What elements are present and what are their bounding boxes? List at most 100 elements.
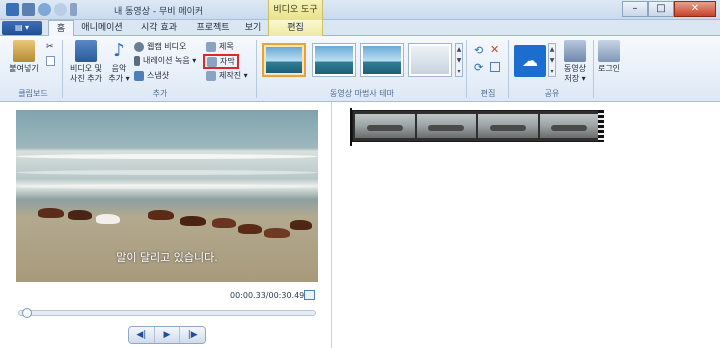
add-music-button[interactable]: ♪ 음악 추가 ▾ [106,40,132,84]
tab-edit[interactable]: 편집 [268,20,323,36]
wave [16,170,318,175]
credits-label: 제작진 ▾ [219,71,248,80]
group-label-add: 추가 [152,89,168,98]
snapshot-button[interactable]: 스냅샷 [134,70,169,81]
music-note-icon: ♪ [113,40,125,61]
play-button[interactable]: ▶ [154,327,181,343]
title-label: 제목 [219,42,234,51]
customize-quick-access-icon[interactable] [70,3,77,16]
fullscreen-icon[interactable] [304,290,315,300]
group-separator [593,40,594,98]
snapshot-icon [134,70,144,81]
video-preview[interactable]: 말이 달리고 있습니다. [16,110,318,282]
copy-icon[interactable] [46,56,55,66]
webcam-video-label: 웹캠 비디오 [147,42,187,51]
tab-animations[interactable]: 애니메이션 [78,20,126,36]
clip-frame [355,114,415,138]
group-label-share: 공유 [544,89,560,98]
horse [212,218,236,228]
ribbon: 붙여넣기 ✂ 클립보드 비디오 및 사진 추가 ♪ 음악 추가 ▾ 웹캠 비디오… [0,36,720,102]
sign-in-label: 로그인 [597,64,621,73]
tab-project[interactable]: 프로젝트 [190,20,236,36]
seek-thumb[interactable] [22,308,32,318]
snapshot-label: 스냅샷 [147,71,170,80]
video-caption: 말이 달리고 있습니다. [116,251,218,264]
clip-frame [539,114,599,138]
title-button[interactable]: 제목 [206,41,234,52]
tab-visual-effects[interactable]: 시각 효과 [134,20,184,36]
add-videos-photos-label: 비디오 및 사진 추가 [70,64,102,83]
rotate-right-icon[interactable]: ⟳ [474,61,483,74]
webcam-icon [134,41,144,52]
undo-icon[interactable] [38,3,51,16]
share-gallery-scroll[interactable]: ▲ ▼ ▾ [548,43,556,77]
caption-label: 자막 [220,57,235,66]
user-icon [598,40,620,62]
record-narration-button[interactable]: 내레이션 녹음 ▾ [134,55,196,66]
group-separator [256,40,257,98]
cut-icon[interactable]: ✂ [46,42,54,52]
horse [148,210,174,220]
title-bar: 내 동영상 - 무비 메이커 비디오 도구 – □ ✕ [0,0,720,20]
paste-label: 붙여넣기 [9,64,39,73]
theme-thumbnail[interactable] [408,43,452,77]
save-movie-button[interactable]: 동영상 저장 ▾ [560,40,590,84]
remove-icon[interactable]: ✕ [490,43,499,56]
previous-frame-button[interactable]: ◀| [129,327,155,343]
window-title: 내 동영상 - 무비 메이커 [114,7,204,17]
horse [180,216,206,226]
next-frame-button[interactable]: |▶ [180,327,205,343]
group-separator [508,40,509,98]
group-label-clipboard: 클립보드 [18,89,48,98]
video-clip[interactable] [352,110,602,142]
clipboard-icon [13,40,35,62]
film-photo-icon [75,40,97,62]
add-music-label: 음악 추가 ▾ [108,64,130,83]
caption-button[interactable]: 자막 [203,54,239,69]
theme-thumbnail[interactable] [360,43,404,77]
main-area: 말이 달리고 있습니다. 00:00.33/00:30.49 ◀| ▶ |▶ [0,102,720,348]
ribbon-tab-row: ▤ ▾ 홈 애니메이션 시각 효과 프로젝트 보기 편집 [0,20,720,37]
wave [16,154,318,159]
save-movie-label: 동영상 저장 ▾ [563,64,587,83]
clip-frame [478,114,538,138]
onedrive-cloud-icon[interactable]: ☁ [514,45,546,77]
theme-gallery-scroll[interactable]: ▲ ▼ ▾ [455,43,463,77]
preview-pane: 말이 달리고 있습니다. 00:00.33/00:30.49 ◀| ▶ |▶ [0,102,332,348]
timecode: 00:00.33/00:30.49 [230,291,305,300]
theme-thumbnail[interactable] [262,43,306,77]
rotate-left-icon[interactable]: ⟲ [474,44,483,57]
horse [68,210,92,220]
sign-in-button[interactable]: 로그인 [596,40,622,74]
webcam-video-button[interactable]: 웹캠 비디오 [134,41,186,52]
tab-home[interactable]: 홈 [48,20,74,37]
add-videos-photos-button[interactable]: 비디오 및 사진 추가 [66,40,106,84]
save-icon[interactable] [22,3,35,16]
microphone-icon [134,55,140,66]
group-label-themes: 동영상 마법사 테마 [330,89,394,98]
quick-access-toolbar [6,3,77,16]
seek-bar[interactable] [18,308,316,318]
credits-icon [206,70,216,81]
save-movie-icon [564,40,586,62]
caption-icon [207,56,217,67]
maximize-button[interactable]: □ [648,1,674,17]
select-all-icon[interactable] [490,62,500,72]
video-tools-context-header: 비디오 도구 [268,0,323,20]
theme-thumbnail[interactable] [312,43,356,77]
storyboard-pane [332,102,720,348]
horse [290,220,312,230]
record-narration-label: 내레이션 녹음 ▾ [143,56,197,65]
playhead[interactable] [350,108,352,146]
close-button[interactable]: ✕ [674,1,716,17]
minimize-button[interactable]: – [622,1,648,17]
horse [38,208,64,218]
wave [16,184,318,189]
title-icon [206,41,216,52]
tab-view[interactable]: 보기 [240,20,266,36]
credits-button[interactable]: 제작진 ▾ [206,70,248,81]
horse [264,228,290,238]
file-menu-button[interactable]: ▤ ▾ [2,21,42,35]
paste-button[interactable]: 붙여넣기 [6,40,42,74]
redo-icon[interactable] [54,3,67,16]
